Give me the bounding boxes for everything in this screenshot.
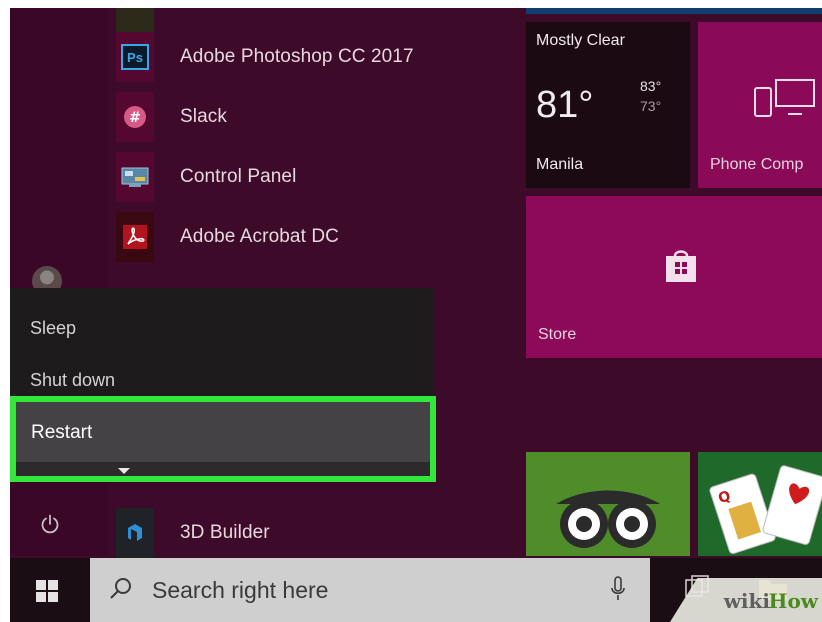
- tile-strip-top: [526, 8, 822, 14]
- app-label: Adobe Photoshop CC 2017: [180, 46, 414, 67]
- app-list-item-photoshop[interactable]: Ps Adobe Photoshop CC 2017: [116, 30, 496, 84]
- app-list-item-control-panel[interactable]: Control Panel: [116, 150, 496, 204]
- windows-desktop: Ps Adobe Photoshop CC 2017 # Slack Contr…: [10, 8, 822, 622]
- phone-companion-label: Phone Comp: [710, 156, 804, 173]
- app-label: Adobe Acrobat DC: [180, 226, 339, 247]
- search-placeholder: Search right here: [152, 577, 329, 603]
- windows-logo-icon: [36, 580, 58, 602]
- weather-tile[interactable]: Mostly Clear 81° 83° 73° Manila: [526, 22, 690, 188]
- restart-menu-item[interactable]: Restart: [10, 396, 436, 482]
- app-list-item-slack[interactable]: # Slack: [116, 90, 496, 144]
- app-list-item-3d-builder[interactable]: 3D Builder: [116, 506, 496, 560]
- app-label: Slack: [180, 106, 227, 127]
- tripadvisor-tile[interactable]: [526, 452, 690, 556]
- phone-companion-tile[interactable]: Phone Comp: [698, 22, 822, 188]
- store-icon: [666, 250, 696, 282]
- phone-companion-icon: [754, 79, 815, 117]
- power-button[interactable]: [28, 506, 72, 542]
- store-tile[interactable]: Store: [526, 196, 822, 358]
- solitaire-icon: Q: [709, 465, 822, 555]
- weather-high: 83°: [640, 78, 662, 94]
- weather-condition: Mostly Clear: [536, 32, 625, 49]
- weather-temperature: 81°: [536, 84, 594, 126]
- shut-down-label: Shut down: [30, 369, 116, 390]
- solitaire-tile[interactable]: Q: [698, 452, 822, 556]
- menu-bottom-bar: [16, 462, 430, 476]
- 3d-builder-icon: [116, 508, 154, 558]
- sleep-label: Sleep: [30, 317, 77, 338]
- app-list-item-acrobat[interactable]: Adobe Acrobat DC: [116, 210, 496, 264]
- sleep-menu-item[interactable]: Sleep: [10, 302, 430, 354]
- slack-icon: #: [116, 92, 154, 142]
- search-icon: [110, 578, 131, 599]
- microphone-icon[interactable]: [610, 576, 626, 602]
- svg-text:#: #: [129, 110, 141, 126]
- control-panel-icon: [116, 152, 154, 202]
- restart-label: Restart: [31, 422, 93, 443]
- search-box[interactable]: Search right here: [90, 558, 650, 622]
- store-label: Store: [538, 326, 577, 343]
- app-label: 3D Builder: [180, 522, 270, 543]
- app-label: Control Panel: [180, 166, 297, 187]
- watermark-how: How: [768, 589, 818, 613]
- watermark-wiki: wiki: [723, 589, 770, 613]
- weather-low: 73°: [640, 98, 662, 114]
- power-icon: [41, 514, 59, 534]
- photoshop-icon: Ps: [116, 32, 154, 82]
- start-button[interactable]: [30, 574, 64, 608]
- menu-pointer-icon: [118, 468, 130, 474]
- photoshop-icon-text: Ps: [121, 44, 149, 70]
- weather-city: Manila: [536, 156, 584, 173]
- tripadvisor-icon: [556, 490, 660, 548]
- acrobat-icon: [116, 212, 154, 262]
